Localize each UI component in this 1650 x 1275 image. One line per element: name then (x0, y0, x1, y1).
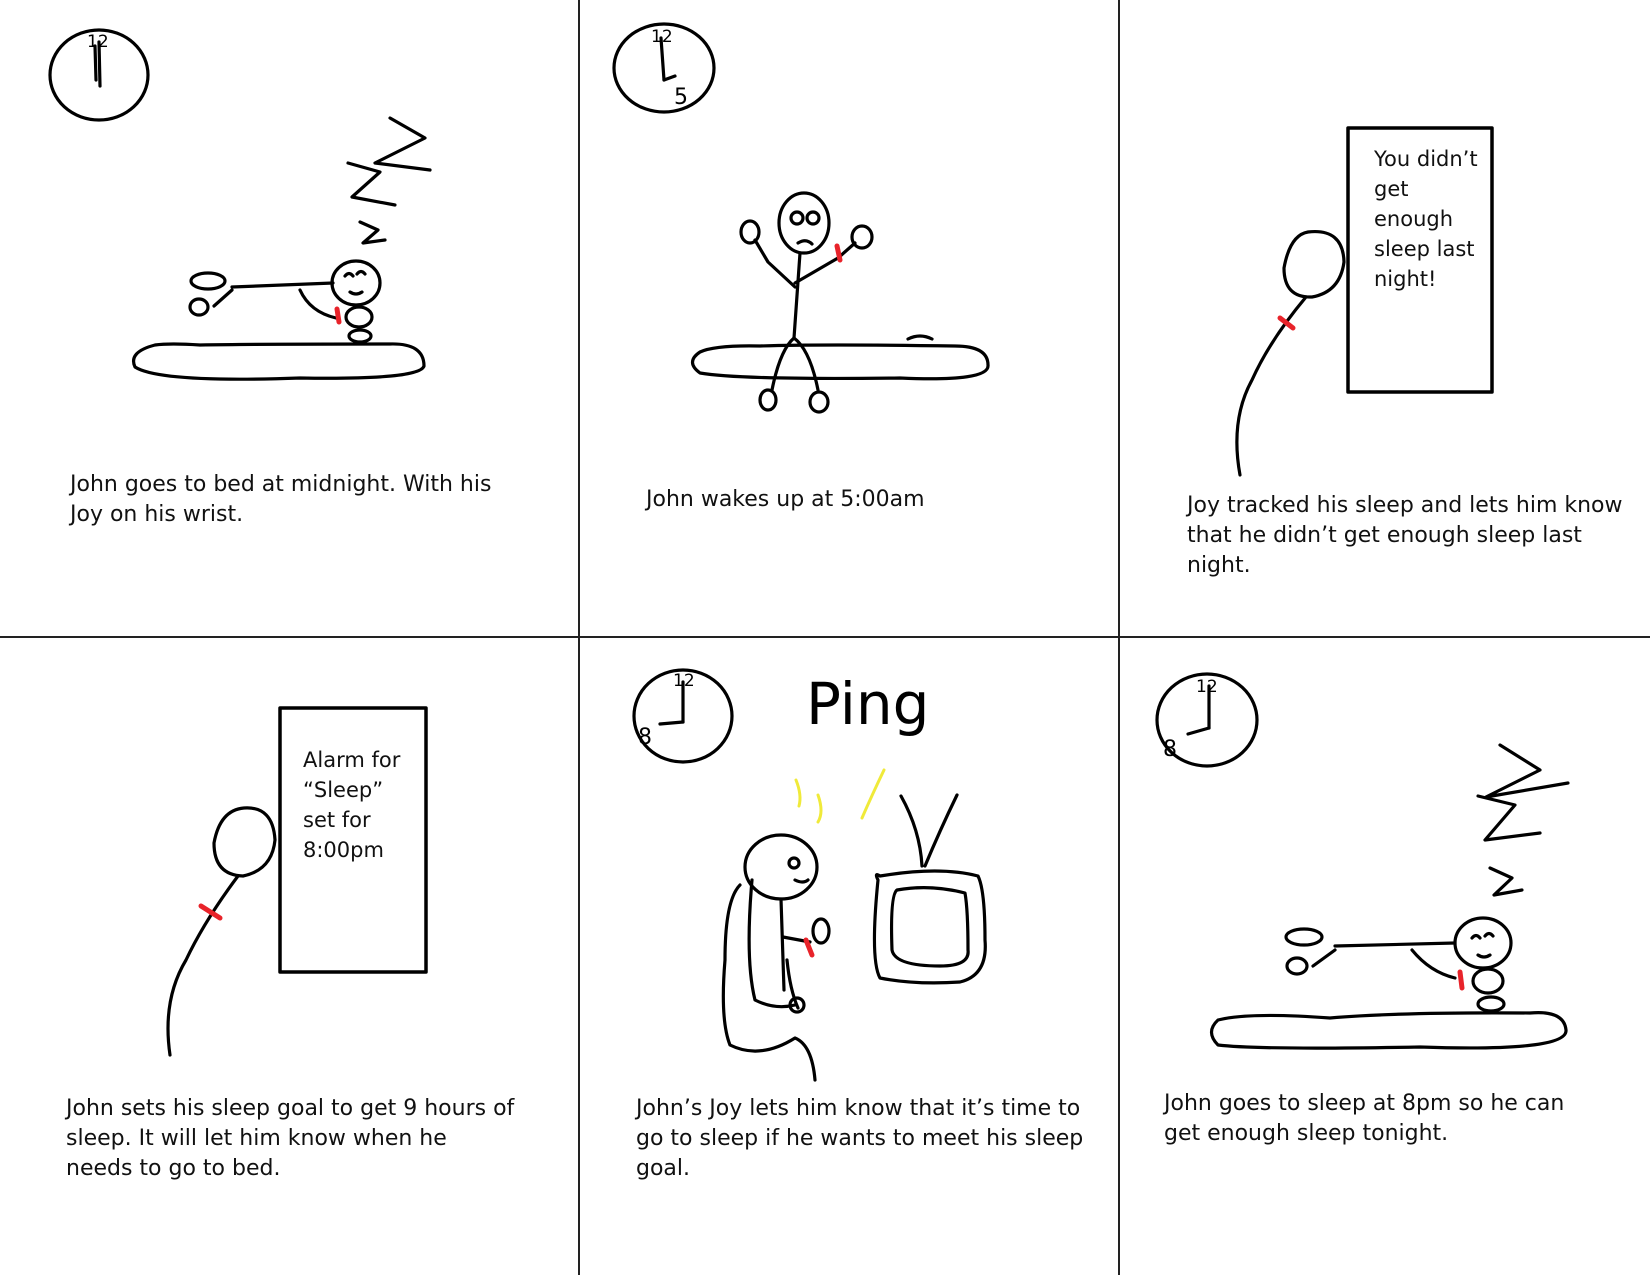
clock-12-label-3: 12 (673, 671, 695, 691)
clock-12-label: 12 (87, 32, 109, 52)
panel-3-caption: Joy tracked his sleep and lets him know … (1187, 493, 1623, 578)
bed-icon (132, 342, 426, 381)
watch-message-alarm-set: Alarm for “Sleep” set for 8:00pm (303, 748, 401, 862)
panel-6-caption: John goes to sleep at 8pm so he can get … (1164, 1091, 1565, 1146)
sleeping-person-icon-2 (1284, 916, 1513, 1013)
sitting-person-icon (721, 833, 831, 1082)
bed-icon-2 (690, 334, 990, 381)
sleep-z-icon-2 (1476, 743, 1570, 897)
panel-4-caption: John sets his sleep goal to get 9 hours … (66, 1096, 515, 1181)
panel-5-caption: John’s Joy lets him know that it’s time … (636, 1096, 1084, 1181)
panel-5-art: 12 8 Ping (632, 668, 987, 1082)
clock-5am-icon: 12 5 (612, 22, 716, 114)
clock-8pm-icon-2: 12 8 (1155, 672, 1259, 768)
bed-icon-3 (1209, 1011, 1568, 1050)
clock-12-label-4: 12 (1196, 677, 1218, 697)
arm-holding-watch-icon (1235, 229, 1346, 477)
sleeping-person-icon (188, 259, 382, 344)
sleep-z-icon (346, 116, 432, 245)
panel-1-caption: John goes to bed at midnight. With his J… (70, 472, 492, 527)
panel-1-art: 12 (48, 28, 432, 381)
watch-message-sleep-deficit: You didn’t get enough sleep last night! (1374, 147, 1478, 291)
panel-2-caption: John wakes up at 5:00am (646, 487, 925, 512)
clock-8pm-icon: 12 8 (632, 668, 734, 764)
ping-sound-label: Ping (806, 670, 929, 738)
arm-holding-watch-icon-2 (166, 806, 277, 1057)
notification-sound-lines-icon (794, 768, 886, 824)
panel-6-art: 12 8 (1155, 672, 1570, 1050)
clock-8-label: 8 (638, 725, 652, 750)
clock-12-label-2: 12 (651, 27, 673, 47)
clock-5-label: 5 (674, 85, 688, 110)
panel-2-art: 12 5 (612, 22, 990, 414)
tv-icon (872, 793, 987, 985)
clock-midnight-icon: 12 (48, 28, 150, 122)
clock-8-label-2: 8 (1163, 737, 1177, 762)
